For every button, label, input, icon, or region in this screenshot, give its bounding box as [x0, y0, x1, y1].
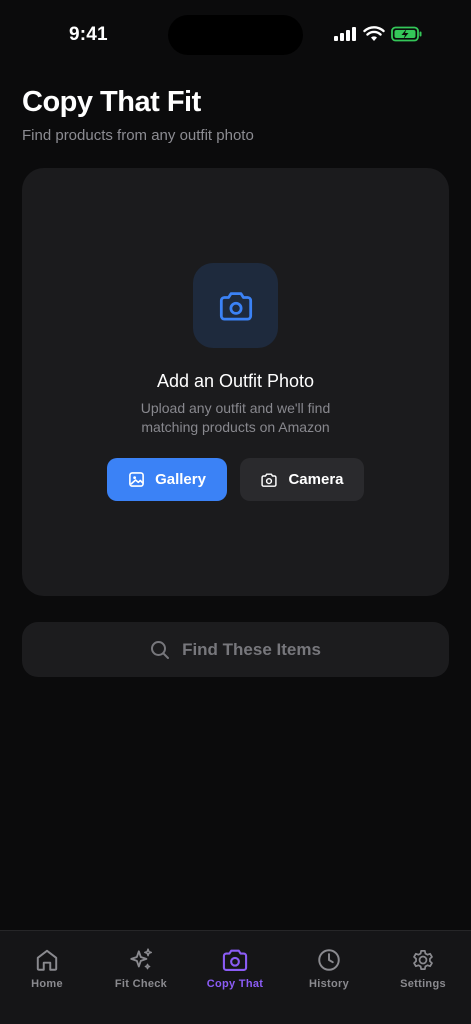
- cellular-signal-icon: [333, 26, 357, 42]
- tab-history-label: History: [309, 978, 349, 990]
- search-icon: [150, 640, 170, 660]
- camera-button[interactable]: Camera: [240, 458, 364, 501]
- battery-charging-icon: [391, 26, 423, 42]
- tab-copy-that[interactable]: Copy That: [188, 947, 282, 990]
- status-time: 9:41: [69, 24, 108, 45]
- clock-icon: [316, 947, 342, 973]
- upload-card[interactable]: Add an Outfit Photo Upload any outfit an…: [22, 168, 449, 596]
- find-items-button[interactable]: Find These Items: [22, 622, 449, 677]
- status-icons: [333, 26, 423, 42]
- gear-icon: [410, 947, 436, 973]
- tab-copy-that-label: Copy That: [206, 978, 264, 990]
- gallery-button[interactable]: Gallery: [107, 458, 227, 501]
- sparkles-icon: [128, 947, 154, 973]
- tab-home-label: Home: [31, 978, 63, 990]
- tab-settings-label: Settings: [400, 978, 446, 990]
- tab-fit-check-label: Fit Check: [114, 978, 168, 990]
- page-subtitle: Find products from any outfit photo: [22, 127, 254, 144]
- camera-icon: [260, 472, 278, 488]
- status-bar: 9:41: [0, 0, 471, 70]
- camera-tile[interactable]: [193, 263, 278, 348]
- wifi-icon: [363, 26, 385, 42]
- image-icon: [128, 471, 145, 488]
- tab-history[interactable]: History: [282, 947, 376, 990]
- page-header: Copy That Fit Find products from any out…: [22, 86, 254, 144]
- home-icon: [34, 947, 60, 973]
- camera-button-label: Camera: [288, 471, 344, 488]
- tab-settings[interactable]: Settings: [376, 947, 470, 990]
- dynamic-island: [168, 15, 303, 55]
- page-title: Copy That Fit: [22, 86, 201, 118]
- camera-icon: [217, 289, 255, 323]
- camera-icon: [221, 947, 249, 973]
- tab-bar: Home Fit Check Copy That History Setting…: [0, 930, 471, 1024]
- card-description: Upload any outfit and we'll find matchin…: [140, 400, 331, 435]
- find-items-label: Find These Items: [182, 639, 321, 659]
- card-heading: Add an Outfit Photo: [156, 371, 315, 391]
- gallery-button-label: Gallery: [155, 471, 206, 488]
- tab-home[interactable]: Home: [0, 947, 94, 990]
- tab-fit-check[interactable]: Fit Check: [94, 947, 188, 990]
